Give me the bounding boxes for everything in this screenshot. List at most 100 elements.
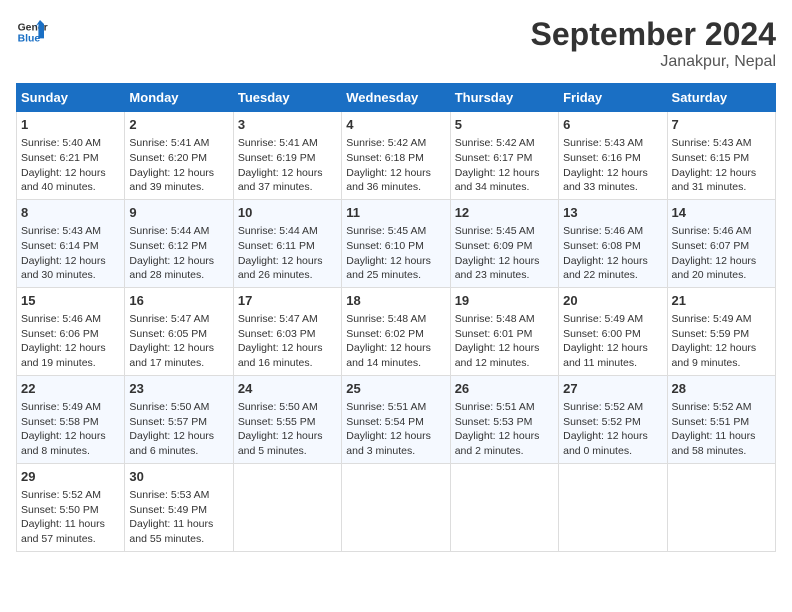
week-row-3: 15 Sunrise: 5:46 AM Sunset: 6:06 PM Dayli… <box>17 287 776 375</box>
calendar-cell: 14 Sunrise: 5:46 AM Sunset: 6:07 PM Dayli… <box>667 199 775 287</box>
calendar-cell: 11Sunrise: 5:45 AM Sunset: 6:10 PM Dayli… <box>342 199 450 287</box>
calendar-cell: 18Sunrise: 5:48 AM Sunset: 6:02 PM Dayli… <box>342 287 450 375</box>
calendar-cell: 10 Sunrise: 5:44 AM Sunset: 6:11 PM Dayli… <box>233 199 341 287</box>
day-info: Sunrise: 5:44 AM Sunset: 6:12 PM Dayligh… <box>129 224 228 283</box>
calendar-cell: 13Sunrise: 5:46 AM Sunset: 6:08 PM Dayli… <box>559 199 667 287</box>
day-info: Sunrise: 5:41 AM Sunset: 6:19 PM Dayligh… <box>238 136 337 195</box>
day-number: 4 <box>346 116 445 134</box>
calendar-cell: 5Sunrise: 5:42 AM Sunset: 6:17 PM Daylig… <box>450 112 558 200</box>
day-number: 5 <box>455 116 554 134</box>
day-info: Sunrise: 5:43 AM Sunset: 6:15 PM Dayligh… <box>672 136 771 195</box>
calendar-cell: 3 Sunrise: 5:41 AM Sunset: 6:19 PM Daylig… <box>233 112 341 200</box>
day-number: 24 <box>238 380 337 398</box>
week-row-5: 29 Sunrise: 5:52 AM Sunset: 5:50 PM Dayli… <box>17 463 776 551</box>
calendar-cell: 23Sunrise: 5:50 AM Sunset: 5:57 PM Dayli… <box>125 375 233 463</box>
day-info: Sunrise: 5:42 AM Sunset: 6:18 PM Dayligh… <box>346 136 445 195</box>
calendar-cell: 20 Sunrise: 5:49 AM Sunset: 6:00 PM Dayli… <box>559 287 667 375</box>
calendar-cell: 24 Sunrise: 5:50 AM Sunset: 5:55 PM Dayli… <box>233 375 341 463</box>
day-info: Sunrise: 5:48 AM Sunset: 6:01 PM Dayligh… <box>455 312 554 371</box>
logo: General Blue <box>16 16 48 48</box>
header-row: Sunday Monday Tuesday Wednesday Thursday… <box>17 84 776 112</box>
day-number: 30 <box>129 468 228 486</box>
day-number: 14 <box>672 204 771 222</box>
day-number: 3 <box>238 116 337 134</box>
calendar-cell: 28 Sunrise: 5:52 AM Sunset: 5:51 PM Dayli… <box>667 375 775 463</box>
calendar-cell <box>450 463 558 551</box>
svg-text:Blue: Blue <box>18 34 41 45</box>
day-number: 15 <box>21 292 120 310</box>
calendar-cell: 4 Sunrise: 5:42 AM Sunset: 6:18 PM Daylig… <box>342 112 450 200</box>
col-monday: Monday <box>125 84 233 112</box>
day-number: 29 <box>21 468 120 486</box>
day-info: Sunrise: 5:44 AM Sunset: 6:11 PM Dayligh… <box>238 224 337 283</box>
day-info: Sunrise: 5:43 AM Sunset: 6:16 PM Dayligh… <box>563 136 662 195</box>
day-number: 10 <box>238 204 337 222</box>
week-row-2: 8Sunrise: 5:43 AM Sunset: 6:14 PM Daylig… <box>17 199 776 287</box>
day-info: Sunrise: 5:49 AM Sunset: 5:59 PM Dayligh… <box>672 312 771 371</box>
page-title: September 2024 <box>531 16 776 53</box>
day-info: Sunrise: 5:52 AM Sunset: 5:52 PM Dayligh… <box>563 400 662 459</box>
day-number: 26 <box>455 380 554 398</box>
calendar-cell: 29 Sunrise: 5:52 AM Sunset: 5:50 PM Dayli… <box>17 463 125 551</box>
day-info: Sunrise: 5:50 AM Sunset: 5:55 PM Dayligh… <box>238 400 337 459</box>
day-number: 7 <box>672 116 771 134</box>
day-info: Sunrise: 5:51 AM Sunset: 5:54 PM Dayligh… <box>346 400 445 459</box>
calendar-cell <box>342 463 450 551</box>
day-info: Sunrise: 5:41 AM Sunset: 6:20 PM Dayligh… <box>129 136 228 195</box>
calendar-cell: 12 Sunrise: 5:45 AM Sunset: 6:09 PM Dayli… <box>450 199 558 287</box>
day-number: 2 <box>129 116 228 134</box>
calendar-cell: 17 Sunrise: 5:47 AM Sunset: 6:03 PM Dayli… <box>233 287 341 375</box>
day-number: 25 <box>346 380 445 398</box>
day-number: 22 <box>21 380 120 398</box>
calendar-cell: 7 Sunrise: 5:43 AM Sunset: 6:15 PM Daylig… <box>667 112 775 200</box>
day-info: Sunrise: 5:53 AM Sunset: 5:49 PM Dayligh… <box>129 488 228 547</box>
title-block: September 2024 Janakpur, Nepal <box>531 16 776 71</box>
day-info: Sunrise: 5:45 AM Sunset: 6:09 PM Dayligh… <box>455 224 554 283</box>
day-number: 28 <box>672 380 771 398</box>
calendar-cell: 27 Sunrise: 5:52 AM Sunset: 5:52 PM Dayli… <box>559 375 667 463</box>
day-info: Sunrise: 5:51 AM Sunset: 5:53 PM Dayligh… <box>455 400 554 459</box>
day-info: Sunrise: 5:52 AM Sunset: 5:50 PM Dayligh… <box>21 488 120 547</box>
calendar-cell <box>233 463 341 551</box>
day-info: Sunrise: 5:46 AM Sunset: 6:07 PM Dayligh… <box>672 224 771 283</box>
day-info: Sunrise: 5:40 AM Sunset: 6:21 PM Dayligh… <box>21 136 120 195</box>
day-number: 20 <box>563 292 662 310</box>
day-info: Sunrise: 5:47 AM Sunset: 6:03 PM Dayligh… <box>238 312 337 371</box>
day-number: 1 <box>21 116 120 134</box>
day-number: 9 <box>129 204 228 222</box>
calendar-cell: 15 Sunrise: 5:46 AM Sunset: 6:06 PM Dayli… <box>17 287 125 375</box>
week-row-4: 22 Sunrise: 5:49 AM Sunset: 5:58 PM Dayli… <box>17 375 776 463</box>
calendar-cell: 21 Sunrise: 5:49 AM Sunset: 5:59 PM Dayli… <box>667 287 775 375</box>
col-thursday: Thursday <box>450 84 558 112</box>
day-info: Sunrise: 5:49 AM Sunset: 6:00 PM Dayligh… <box>563 312 662 371</box>
day-number: 16 <box>129 292 228 310</box>
day-number: 8 <box>21 204 120 222</box>
week-row-1: 1 Sunrise: 5:40 AM Sunset: 6:21 PM Daylig… <box>17 112 776 200</box>
day-number: 21 <box>672 292 771 310</box>
calendar-cell: 30 Sunrise: 5:53 AM Sunset: 5:49 PM Dayli… <box>125 463 233 551</box>
calendar-cell: 1 Sunrise: 5:40 AM Sunset: 6:21 PM Daylig… <box>17 112 125 200</box>
day-info: Sunrise: 5:49 AM Sunset: 5:58 PM Dayligh… <box>21 400 120 459</box>
calendar-cell: 2 Sunrise: 5:41 AM Sunset: 6:20 PM Daylig… <box>125 112 233 200</box>
day-number: 6 <box>563 116 662 134</box>
col-saturday: Saturday <box>667 84 775 112</box>
calendar-table: Sunday Monday Tuesday Wednesday Thursday… <box>16 83 776 552</box>
calendar-cell <box>559 463 667 551</box>
day-info: Sunrise: 5:46 AM Sunset: 6:08 PM Dayligh… <box>563 224 662 283</box>
calendar-cell: 6 Sunrise: 5:43 AM Sunset: 6:16 PM Daylig… <box>559 112 667 200</box>
day-number: 17 <box>238 292 337 310</box>
col-sunday: Sunday <box>17 84 125 112</box>
page-subtitle: Janakpur, Nepal <box>531 53 776 71</box>
day-number: 27 <box>563 380 662 398</box>
calendar-cell: 16Sunrise: 5:47 AM Sunset: 6:05 PM Dayli… <box>125 287 233 375</box>
day-info: Sunrise: 5:46 AM Sunset: 6:06 PM Dayligh… <box>21 312 120 371</box>
col-wednesday: Wednesday <box>342 84 450 112</box>
calendar-cell: 19Sunrise: 5:48 AM Sunset: 6:01 PM Dayli… <box>450 287 558 375</box>
calendar-cell: 9 Sunrise: 5:44 AM Sunset: 6:12 PM Daylig… <box>125 199 233 287</box>
day-info: Sunrise: 5:52 AM Sunset: 5:51 PM Dayligh… <box>672 400 771 459</box>
col-tuesday: Tuesday <box>233 84 341 112</box>
calendar-cell <box>667 463 775 551</box>
day-number: 12 <box>455 204 554 222</box>
calendar-cell: 8Sunrise: 5:43 AM Sunset: 6:14 PM Daylig… <box>17 199 125 287</box>
day-number: 11 <box>346 204 445 222</box>
